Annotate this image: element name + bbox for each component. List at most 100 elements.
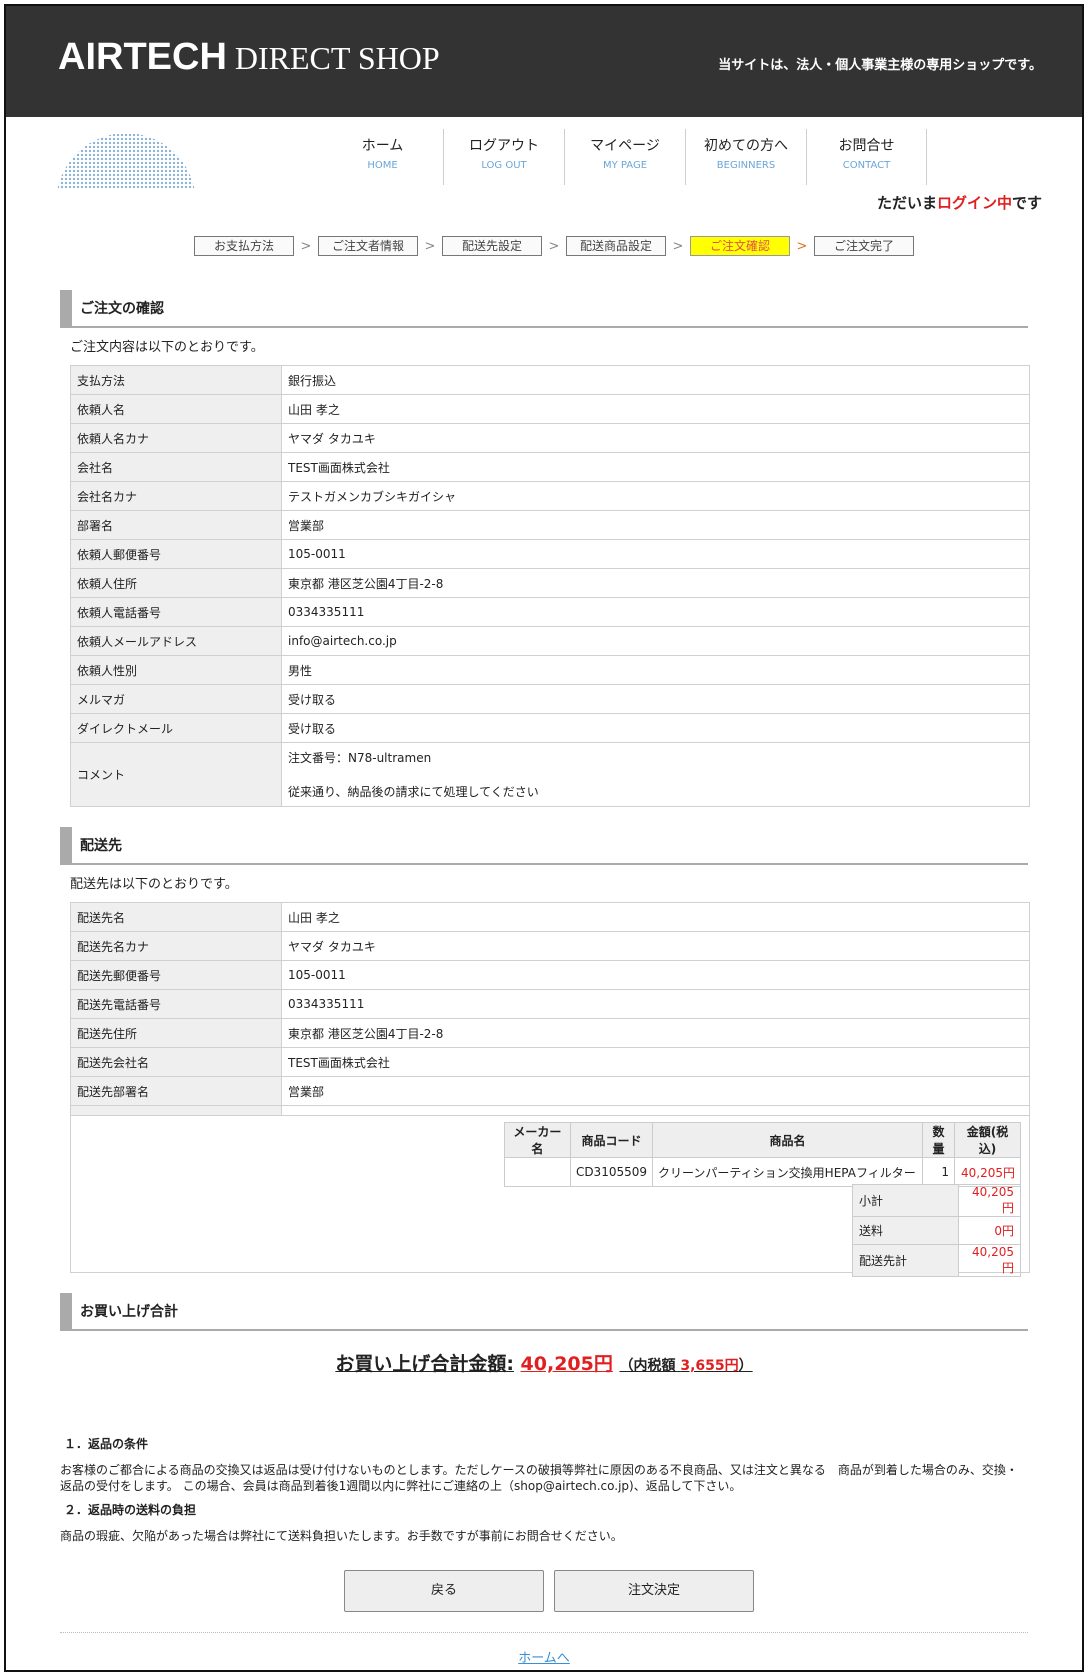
logo-brand: AIRTECH xyxy=(58,36,227,78)
table-cell: 銀行振込 xyxy=(281,365,1030,395)
table-cell: 0334335111 xyxy=(281,989,1030,1019)
table-cell: 商品名 xyxy=(652,1122,923,1158)
nav-logout[interactable]: ログアウト LOG OUT xyxy=(443,129,564,185)
step-arrow: > xyxy=(300,238,312,254)
table-cell: 数量 xyxy=(922,1122,955,1158)
table-cell: 1 xyxy=(922,1157,955,1187)
table-cell: 40,205円 xyxy=(954,1157,1021,1187)
nav-beginners[interactable]: 初めての方へ BEGINNERS xyxy=(685,129,806,185)
step-complete: ご注文完了 xyxy=(814,236,914,256)
table-row: 配送先電話番号 0334335111 xyxy=(70,989,1030,1019)
table-cell: メルマガ xyxy=(70,684,282,714)
table-row: 依頼人性別 男性 xyxy=(70,655,1030,685)
table-row: 依頼人名 山田 孝之 xyxy=(70,394,1030,424)
table-cell: 部署名 xyxy=(70,510,282,540)
total-section: お買い上げ合計 お買い上げ合計金額: 40,205円 （内税額 3,655円） xyxy=(60,1293,1028,1376)
table-row: 依頼人郵便番号 105-0011 xyxy=(70,539,1030,569)
table-cell: 営業部 xyxy=(281,1076,1030,1106)
delivery-info-table: 配送先名 山田 孝之 配送先名カナ ヤマダ タカユキ 配送先郵便番号 105-0011… xyxy=(70,902,1030,1116)
step-payment: お支払方法 xyxy=(194,236,294,256)
table-cell: 営業部 xyxy=(281,510,1030,540)
delivery-lead: 配送先は以下のとおりです。 xyxy=(70,877,238,892)
page-frame: AIRTECH DIRECT SHOP 当サイトは、法人・個人事業主様の専用ショッ… xyxy=(4,4,1084,1672)
table-row: 依頼人住所 東京都 港区芝公園4丁目-2-8 xyxy=(70,568,1030,598)
table-cell: 東京都 港区芝公園4丁目-2-8 xyxy=(281,1018,1030,1048)
comment-row: コメント 注文番号：N78-ultramen 従来通り、納品後の請求にて処理して… xyxy=(70,742,1030,807)
comment-line: 従来通り、納品後の請求にて処理してください xyxy=(288,785,539,799)
comment-line: 注文番号：N78-ultramen xyxy=(288,751,432,765)
table-cell: 金額(税込) xyxy=(954,1122,1021,1158)
order-lead: ご注文内容は以下のとおりです。 xyxy=(70,340,264,355)
grand-total: お買い上げ合計金額: 40,205円 （内税額 3,655円） xyxy=(335,1353,753,1375)
order-section: ご注文の確認 ご注文内容は以下のとおりです。 支払方法 銀行振込 依頼人名 山田 孝… xyxy=(60,290,1030,807)
table-cell: 山田 孝之 xyxy=(281,902,1030,932)
table-cell: 商品コード xyxy=(569,1122,654,1158)
table-cell xyxy=(70,1105,282,1116)
site-logo[interactable]: AIRTECH DIRECT SHOP xyxy=(58,36,440,79)
table-cell: ダイレクトメール xyxy=(70,713,282,743)
table-row: 依頼人電話番号 0334335111 xyxy=(70,597,1030,627)
table-cell xyxy=(503,1157,571,1187)
table-row: 部署名 営業部 xyxy=(70,510,1030,540)
table-cell: 配送先名カナ xyxy=(70,931,282,961)
table-cell: 依頼人性別 xyxy=(70,655,282,685)
table-cell: 東京都 港区芝公園4丁目-2-8 xyxy=(281,568,1030,598)
table-cell: 配送先名 xyxy=(70,902,282,932)
table-cell: 40,205円 xyxy=(958,1184,1021,1217)
table-cell: CD3105509 xyxy=(569,1157,654,1187)
nav-home[interactable]: ホーム HOME xyxy=(322,129,443,185)
table-cell: 配送先住所 xyxy=(70,1018,282,1048)
total-section-title: お買い上げ合計 xyxy=(60,1293,1028,1331)
table-cell: 0円 xyxy=(958,1216,1021,1245)
table-cell: 105-0011 xyxy=(281,960,1030,990)
action-buttons: 戻る 注文決定 xyxy=(6,1570,1082,1612)
place-order-button[interactable]: 注文決定 xyxy=(554,1570,754,1612)
policy-heading: １．返品の条件 xyxy=(64,1437,149,1451)
back-button[interactable]: 戻る xyxy=(344,1570,544,1612)
table-cell: メーカー名 xyxy=(503,1122,571,1158)
table-cell: 受け取る xyxy=(281,684,1030,714)
policy-text: お客様のご都合による商品の交換又は返品は受け付けないものとします。ただしケースの… xyxy=(60,1463,1018,1493)
table-row: 配送先郵便番号 105-0011 xyxy=(70,960,1030,990)
table-row: 配送先住所 東京都 港区芝公園4丁目-2-8 xyxy=(70,1018,1030,1048)
step-confirm-active: ご注文確認 xyxy=(690,236,790,256)
table-cell: クリーンパーティション交換用HEPAフィルター xyxy=(652,1157,923,1187)
table-row: 送料 0円 xyxy=(852,1216,1021,1245)
table-cell: 40,205円 xyxy=(958,1244,1021,1277)
table-cell: 依頼人電話番号 xyxy=(70,597,282,627)
table-row: 配送先計 40,205円 xyxy=(852,1244,1021,1277)
table-cell: 0334335111 xyxy=(281,597,1030,627)
step-orderer: ご注文者情報 xyxy=(318,236,418,256)
table-cell: 会社名 xyxy=(70,452,282,482)
table-cell: 注文番号：N78-ultramen 従来通り、納品後の請求にて処理してください xyxy=(281,742,1030,807)
order-info-table: 支払方法 銀行振込 依頼人名 山田 孝之 依頼人名カナ ヤマダ タカユキ 会社名 TES… xyxy=(70,365,1030,807)
nav-contact[interactable]: お問合せ CONTACT xyxy=(806,129,927,185)
table-cell: コメント xyxy=(70,742,282,807)
table-cell: 配送先計 xyxy=(852,1244,959,1277)
checkout-steps: お支払方法 > ご注文者情報 > 配送先設定 > 配送商品設定 > ご注文確認 … xyxy=(6,236,1082,256)
table-row: 配送先会社名 TEST画面株式会社 xyxy=(70,1047,1030,1077)
table-cell: 受け取る xyxy=(281,713,1030,743)
step-destination: 配送先設定 xyxy=(442,236,542,256)
divider xyxy=(60,1632,1028,1633)
spacer-row xyxy=(70,1105,1030,1116)
home-link[interactable]: ホームへ xyxy=(518,1651,570,1666)
table-cell: 配送先郵便番号 xyxy=(70,960,282,990)
global-nav: ホーム HOME ログアウト LOG OUT マイページ MY PAGE 初めての方へ… xyxy=(322,129,927,185)
delivery-section-title: 配送先 xyxy=(60,827,1028,865)
nav-mypage[interactable]: マイページ MY PAGE xyxy=(564,129,685,185)
delivery-items-box: メーカー名 商品コード 商品名 数量 金額(税込) CD3105509 クリーン… xyxy=(70,1116,1030,1277)
table-cell xyxy=(281,1105,1030,1116)
table-cell: 105-0011 xyxy=(281,539,1030,569)
table-cell: ヤマダ タカユキ xyxy=(281,423,1030,453)
table-cell: 小計 xyxy=(852,1184,959,1217)
table-cell: テストガメンカブシキガイシャ xyxy=(281,481,1030,511)
step-bar-area: お支払方法 > ご注文者情報 > 配送先設定 > 配送商品設定 > ご注文確認 … xyxy=(6,222,1082,292)
table-cell: 送料 xyxy=(852,1216,959,1245)
items-header-row: メーカー名 商品コード 商品名 数量 金額(税込) xyxy=(503,1122,1021,1158)
table-cell: 支払方法 xyxy=(70,365,282,395)
header-tagline: 当サイトは、法人・個人事業主様の専用ショップです。 xyxy=(718,58,1042,73)
table-cell: ヤマダ タカユキ xyxy=(281,931,1030,961)
table-row: 配送先名 山田 孝之 xyxy=(70,902,1030,932)
policy-text: 商品の瑕疵、欠陥があった場合は弊社にて送料負担いたします。お手数ですが事前にお問… xyxy=(60,1529,623,1543)
